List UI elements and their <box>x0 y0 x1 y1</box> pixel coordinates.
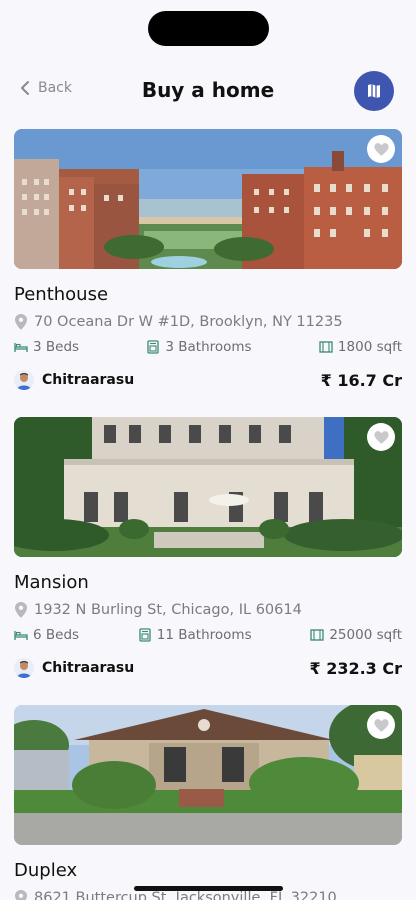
home-indicator[interactable] <box>134 886 283 891</box>
bathroom-icon <box>139 628 151 642</box>
agent-name: Chitraarasu <box>42 660 135 676</box>
area-text: 25000 sqft <box>329 627 402 643</box>
agent-row: Chitraarasu ₹ 232.3 Cr <box>14 657 402 679</box>
beds-info: 3 Beds <box>14 339 79 355</box>
mansion-image <box>14 417 402 557</box>
address-text: 8621 Buttercup St, Jacksonville, FL 3221… <box>34 890 337 900</box>
agent-info[interactable]: Chitraarasu <box>14 370 134 390</box>
location-pin-icon <box>15 314 27 330</box>
penthouse-image <box>14 129 402 269</box>
address-text: 70 Oceana Dr W #1D, Brooklyn, NY 11235 <box>34 314 343 330</box>
map-icon <box>368 84 380 98</box>
avatar <box>14 370 34 390</box>
favorite-button[interactable] <box>367 423 395 451</box>
user-avatar-icon <box>14 370 34 390</box>
listing-title: Penthouse <box>14 284 109 305</box>
beds-text: 6 Beds <box>33 627 80 643</box>
listing-card[interactable]: Duplex 8621 Buttercup St, Jacksonville, … <box>14 705 402 900</box>
favorite-button[interactable] <box>367 135 395 163</box>
listing-photo[interactable] <box>14 129 402 269</box>
area-text: 1800 sqft <box>337 339 402 355</box>
listing-features: 6 Beds 11 Bathrooms 25000 sqft <box>14 625 402 645</box>
bed-icon <box>14 631 28 640</box>
listing-address: 1932 N Burling St, Chicago, IL 60614 <box>14 600 402 620</box>
dynamic-island <box>148 11 269 46</box>
favorite-button[interactable] <box>367 711 395 739</box>
agent-name: Chitraarasu <box>42 372 135 388</box>
baths-text: 11 Bathrooms <box>156 627 252 643</box>
map-view-button[interactable] <box>354 71 394 111</box>
bathroom-icon <box>147 340 160 354</box>
area-info: 25000 sqft <box>310 627 402 643</box>
area-info: 1800 sqft <box>319 339 402 355</box>
area-icon <box>319 341 333 353</box>
listing-photo[interactable] <box>14 705 402 845</box>
heart-icon <box>373 430 389 444</box>
beds-info: 6 Beds <box>14 627 79 643</box>
area-icon <box>310 629 324 641</box>
listing-photo[interactable] <box>14 417 402 557</box>
listing-card[interactable]: Mansion 1932 N Burling St, Chicago, IL 6… <box>14 417 402 679</box>
listing-price: ₹ 16.7 Cr <box>320 370 402 390</box>
listing-title: Duplex <box>14 860 78 881</box>
listing-price: ₹ 232.3 Cr <box>309 658 402 678</box>
listing-card[interactable]: Penthouse 70 Oceana Dr W #1D, Brooklyn, … <box>14 129 402 391</box>
baths-info: 11 Bathrooms <box>138 627 252 643</box>
heart-icon <box>373 142 389 156</box>
baths-text: 3 Bathrooms <box>165 339 252 355</box>
baths-info: 3 Bathrooms <box>146 339 252 355</box>
listing-address: 70 Oceana Dr W #1D, Brooklyn, NY 11235 <box>14 312 402 332</box>
address-text: 1932 N Burling St, Chicago, IL 60614 <box>34 602 302 618</box>
heart-icon <box>373 718 389 732</box>
listing-title: Mansion <box>14 572 89 593</box>
avatar <box>14 658 34 678</box>
location-pin-icon <box>15 602 27 618</box>
location-pin-icon <box>15 890 27 900</box>
duplex-image <box>14 705 402 845</box>
agent-row: Chitraarasu ₹ 16.7 Cr <box>14 369 402 391</box>
bed-icon <box>14 343 28 352</box>
agent-info[interactable]: Chitraarasu <box>14 658 134 678</box>
user-avatar-icon <box>14 658 34 678</box>
listing-features: 3 Beds 3 Bathrooms 1800 sqft <box>14 337 402 357</box>
beds-text: 3 Beds <box>33 339 80 355</box>
nav-header: Back Buy a home <box>0 68 416 114</box>
